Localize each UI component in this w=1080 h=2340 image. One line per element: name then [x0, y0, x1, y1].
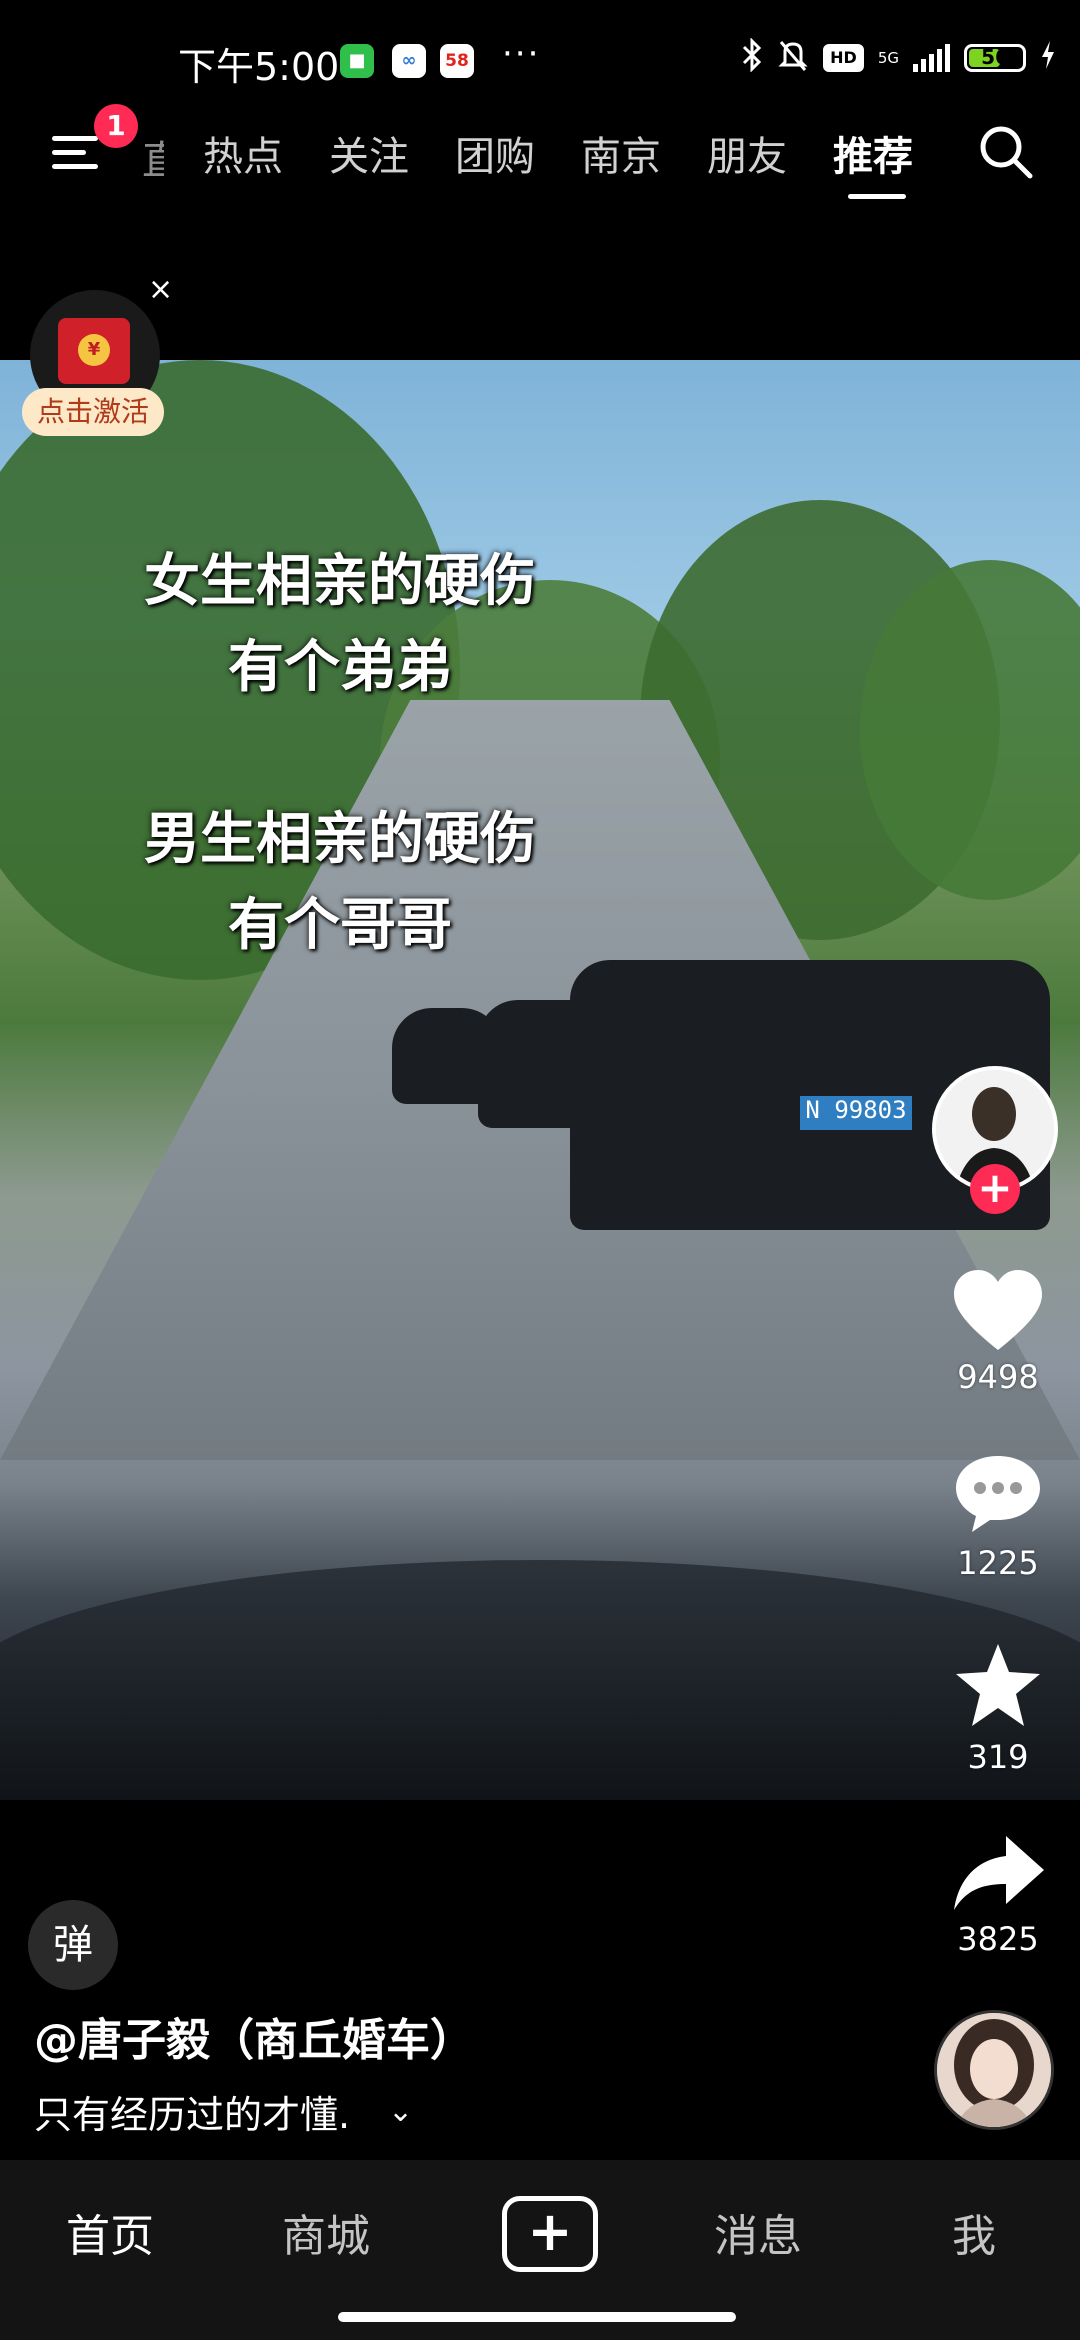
- signal-icon: [913, 44, 950, 72]
- expand-caption-icon[interactable]: ⌄: [388, 2094, 413, 2129]
- tab-home[interactable]: 首页: [30, 2200, 190, 2264]
- music-disc-avatar[interactable]: [934, 2010, 1054, 2130]
- tab-group-buy[interactable]: 团购: [455, 124, 535, 182]
- bluetooth-icon: [741, 36, 763, 79]
- license-plate: N 99803: [800, 1096, 912, 1130]
- battery-icon: 56: [964, 44, 1026, 72]
- danmu-button[interactable]: 弹: [28, 1900, 118, 1990]
- active-tab-indicator: [848, 194, 906, 199]
- like-count: 9498: [957, 1358, 1039, 1396]
- favorite-star-icon[interactable]: [948, 1640, 1048, 1730]
- create-button[interactable]: +: [502, 2196, 598, 2272]
- search-icon[interactable]: [976, 122, 1036, 182]
- share-count: 3825: [957, 1920, 1039, 1958]
- coin-icon: ¥: [78, 334, 110, 366]
- tab-messages[interactable]: 消息: [678, 2200, 838, 2264]
- notification-badge: 1: [94, 104, 138, 148]
- app-notification-icon: ∞: [392, 44, 426, 78]
- network-type: 5G: [877, 48, 899, 67]
- app-notification-icon: ■: [340, 44, 374, 78]
- share-arrow-icon[interactable]: [948, 1830, 1048, 1920]
- video-text-line: 女生相亲的硬伤: [144, 549, 536, 614]
- close-icon[interactable]: ×: [148, 272, 173, 307]
- tab-hot[interactable]: 热点: [203, 124, 283, 182]
- comment-icon[interactable]: [948, 1448, 1048, 1538]
- app-58-icon: 58: [440, 44, 474, 78]
- video-text-line: 男生相亲的硬伤: [144, 807, 536, 872]
- more-notifications-icon: ···: [502, 34, 541, 74]
- comment-count: 1225: [957, 1544, 1039, 1582]
- tab-friends[interactable]: 朋友: [707, 124, 787, 182]
- video-text-line: 有个弟弟: [228, 635, 452, 700]
- like-heart-icon[interactable]: [948, 1266, 1048, 1356]
- charging-icon: [1040, 40, 1056, 77]
- status-time: 下午5:00: [178, 45, 340, 89]
- favorite-count: 319: [967, 1738, 1029, 1776]
- mute-bell-icon: [777, 38, 809, 79]
- follow-button[interactable]: +: [970, 1164, 1020, 1214]
- video-caption[interactable]: 只有经历过的才懂.: [34, 2084, 350, 2139]
- video-text-line: 有个哥哥: [228, 893, 452, 958]
- tab-me[interactable]: 我: [894, 2200, 1054, 2264]
- tab-mall[interactable]: 商城: [246, 2200, 406, 2264]
- video-dashboard: [0, 1560, 1080, 1800]
- tab-partial[interactable]: 直: [142, 128, 164, 186]
- tab-recommended[interactable]: 推荐: [833, 124, 913, 182]
- activate-button[interactable]: 点击激活: [22, 388, 164, 436]
- hd-icon: HD: [823, 44, 864, 72]
- battery-level: 56: [981, 45, 1009, 69]
- author-name[interactable]: @唐子毅（商丘婚车）: [34, 2004, 474, 2068]
- system-icons: HD 5G 56: [741, 36, 1056, 79]
- tab-following[interactable]: 关注: [329, 124, 409, 182]
- tab-nanjing[interactable]: 南京: [581, 124, 661, 182]
- home-indicator[interactable]: [338, 2312, 736, 2322]
